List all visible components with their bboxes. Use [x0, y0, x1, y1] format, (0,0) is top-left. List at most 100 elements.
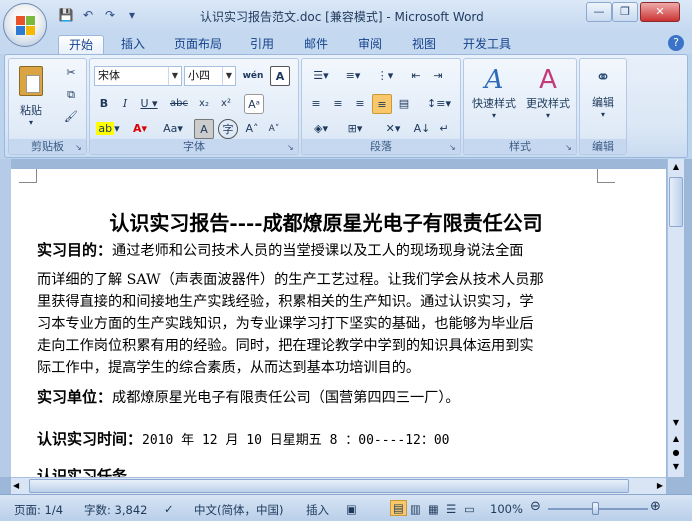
dialog-launcher-icon[interactable]: ↘: [75, 143, 84, 152]
document-page[interactable]: 认识实习报告----成都燎原星光电子有限责任公司 实习目的：通过老师和公司技术人…: [11, 169, 666, 477]
align-left-icon[interactable]: ≡: [306, 94, 326, 114]
increase-indent-icon[interactable]: ⇥: [428, 66, 448, 86]
copy-icon[interactable]: ⧉: [61, 85, 81, 105]
redo-icon[interactable]: ↷: [102, 8, 118, 24]
tab-home[interactable]: 开始: [58, 35, 104, 54]
chevron-down-icon[interactable]: ▼: [168, 67, 181, 85]
minimize-button[interactable]: —: [586, 2, 612, 22]
bullets-icon[interactable]: ☰▾: [306, 66, 336, 86]
proofing-icon[interactable]: ✓: [164, 502, 174, 516]
help-icon[interactable]: ?: [668, 35, 684, 51]
font-size-combo[interactable]: 小四 ▼: [184, 66, 236, 86]
scroll-left-icon[interactable]: ◀: [13, 481, 19, 490]
scroll-thumb[interactable]: [669, 177, 683, 227]
decrease-indent-icon[interactable]: ⇤: [406, 66, 426, 86]
ribbon-tabs: 开始 插入 页面布局 引用 邮件 审阅 视图 开发工具: [0, 32, 692, 54]
print-layout-icon[interactable]: ▤: [390, 500, 407, 516]
tab-view[interactable]: 视图: [402, 35, 446, 54]
scroll-down-icon[interactable]: ▼: [668, 418, 684, 427]
asian-layout-icon[interactable]: ✕▾: [378, 119, 408, 139]
paste-icon: [19, 66, 43, 96]
tab-insert[interactable]: 插入: [112, 35, 154, 54]
tab-review[interactable]: 审阅: [348, 35, 392, 54]
character-border-icon[interactable]: A: [270, 66, 290, 86]
dialog-launcher-icon[interactable]: ↘: [287, 143, 296, 152]
chevron-down-icon[interactable]: ▼: [222, 67, 235, 85]
cut-icon[interactable]: ✂: [61, 63, 81, 83]
justify-icon[interactable]: ≡: [372, 94, 392, 114]
restore-button[interactable]: ❐: [612, 2, 638, 22]
numbering-icon[interactable]: ≡▾: [338, 66, 368, 86]
borders-icon[interactable]: ⊞▾: [340, 119, 370, 139]
vertical-scrollbar[interactable]: ▲ ▼ ▲ ● ▼: [667, 159, 684, 477]
grow-font-icon[interactable]: A˄: [242, 119, 262, 139]
align-center-icon[interactable]: ≡: [328, 94, 348, 114]
prev-page-icon[interactable]: ▲: [668, 434, 684, 443]
strikethrough-icon[interactable]: abc: [166, 94, 192, 114]
dialog-launcher-icon[interactable]: ↘: [565, 143, 574, 152]
italic-icon[interactable]: I: [115, 94, 135, 114]
tab-developer[interactable]: 开发工具: [454, 35, 520, 54]
clear-formatting-icon[interactable]: Aᵃ: [244, 94, 264, 114]
undo-icon[interactable]: ↶: [80, 8, 96, 24]
zoom-slider-thumb[interactable]: [592, 502, 599, 515]
insert-mode[interactable]: 插入: [306, 502, 329, 518]
shading-icon[interactable]: ◈▾: [306, 119, 336, 139]
paragraph-time: 认识实习时间：2010 年 12 月 10 日星期五 8 ：00----12：0…: [37, 428, 597, 452]
browse-object-icon[interactable]: ●: [668, 448, 684, 457]
macro-record-icon[interactable]: ▣: [346, 502, 357, 516]
save-icon[interactable]: 💾: [58, 8, 74, 24]
font-color-icon[interactable]: A▾: [126, 119, 154, 139]
distributed-icon[interactable]: ▤: [394, 94, 414, 114]
change-case-icon[interactable]: Aa▾: [158, 119, 188, 139]
hscroll-thumb[interactable]: [29, 479, 629, 493]
font-name-value: 宋体: [98, 69, 120, 82]
subscript-icon[interactable]: x₂: [194, 94, 214, 114]
web-layout-icon[interactable]: ▦: [428, 502, 439, 516]
full-screen-reading-icon[interactable]: ▥: [410, 502, 421, 516]
editing-button[interactable]: ⚭ 编辑 ▾: [582, 62, 624, 134]
zoom-level[interactable]: 100%: [490, 502, 523, 516]
word-count[interactable]: 字数: 3,842: [84, 502, 147, 518]
draft-view-icon[interactable]: ▭: [464, 502, 475, 516]
tab-references[interactable]: 引用: [240, 35, 284, 54]
bold-icon[interactable]: B: [94, 94, 114, 114]
multilevel-list-icon[interactable]: ⋮▾: [370, 66, 400, 86]
sort-icon[interactable]: A↓: [412, 119, 432, 139]
horizontal-scrollbar[interactable]: ◀ ▶: [11, 477, 666, 494]
qat-customize-icon[interactable]: ▾: [124, 8, 140, 24]
enclose-characters-icon[interactable]: 字: [218, 119, 238, 139]
format-painter-icon[interactable]: 🖌: [61, 107, 81, 127]
outline-view-icon[interactable]: ☰: [446, 502, 456, 516]
office-button[interactable]: [3, 3, 47, 47]
time-text: 2010 年 12 月 10 日星期五 8 ：00----12：00: [142, 433, 450, 448]
superscript-icon[interactable]: x²: [216, 94, 236, 114]
tab-page-layout[interactable]: 页面布局: [166, 35, 230, 54]
change-styles-button[interactable]: A 更改样式 ▾: [522, 62, 574, 134]
page-indicator[interactable]: 页面: 1/4: [14, 502, 63, 518]
show-marks-icon[interactable]: ↵: [434, 119, 454, 139]
line-spacing-icon[interactable]: ↕≡▾: [424, 94, 454, 114]
zoom-in-icon[interactable]: ⊕: [650, 499, 661, 514]
dialog-launcher-icon[interactable]: ↘: [449, 143, 458, 152]
language-indicator[interactable]: 中文(简体，中国): [194, 502, 283, 518]
character-shading-icon[interactable]: A: [194, 119, 214, 139]
highlight-color-icon[interactable]: ab ▾: [94, 119, 122, 139]
ribbon: 粘贴 ▾ ✂ ⧉ 🖌 剪贴板 ↘ 宋体 ▼ 小四 ▼ wén A B I U ▾ a…: [4, 54, 688, 158]
quick-styles-button[interactable]: A 快速样式 ▾: [468, 62, 520, 134]
underline-icon[interactable]: U ▾: [136, 94, 162, 114]
font-size-value: 小四: [188, 69, 210, 82]
next-page-icon[interactable]: ▼: [668, 462, 684, 471]
paste-button[interactable]: 粘贴 ▾: [12, 61, 50, 127]
document-area: 认识实习报告----成都燎原星光电子有限责任公司 实习目的：通过老师和公司技术人…: [0, 159, 692, 494]
shrink-font-icon[interactable]: A˅: [264, 119, 284, 139]
change-styles-label: 更改样式: [526, 97, 570, 110]
align-right-icon[interactable]: ≡: [350, 94, 370, 114]
zoom-out-icon[interactable]: ⊖: [530, 499, 541, 514]
pinyin-guide-icon[interactable]: wén: [240, 66, 266, 86]
scroll-up-icon[interactable]: ▲: [668, 159, 684, 175]
font-name-combo[interactable]: 宋体 ▼: [94, 66, 182, 86]
close-button[interactable]: ✕: [640, 2, 680, 22]
tab-mailings[interactable]: 邮件: [294, 35, 338, 54]
scroll-right-icon[interactable]: ▶: [657, 481, 663, 490]
